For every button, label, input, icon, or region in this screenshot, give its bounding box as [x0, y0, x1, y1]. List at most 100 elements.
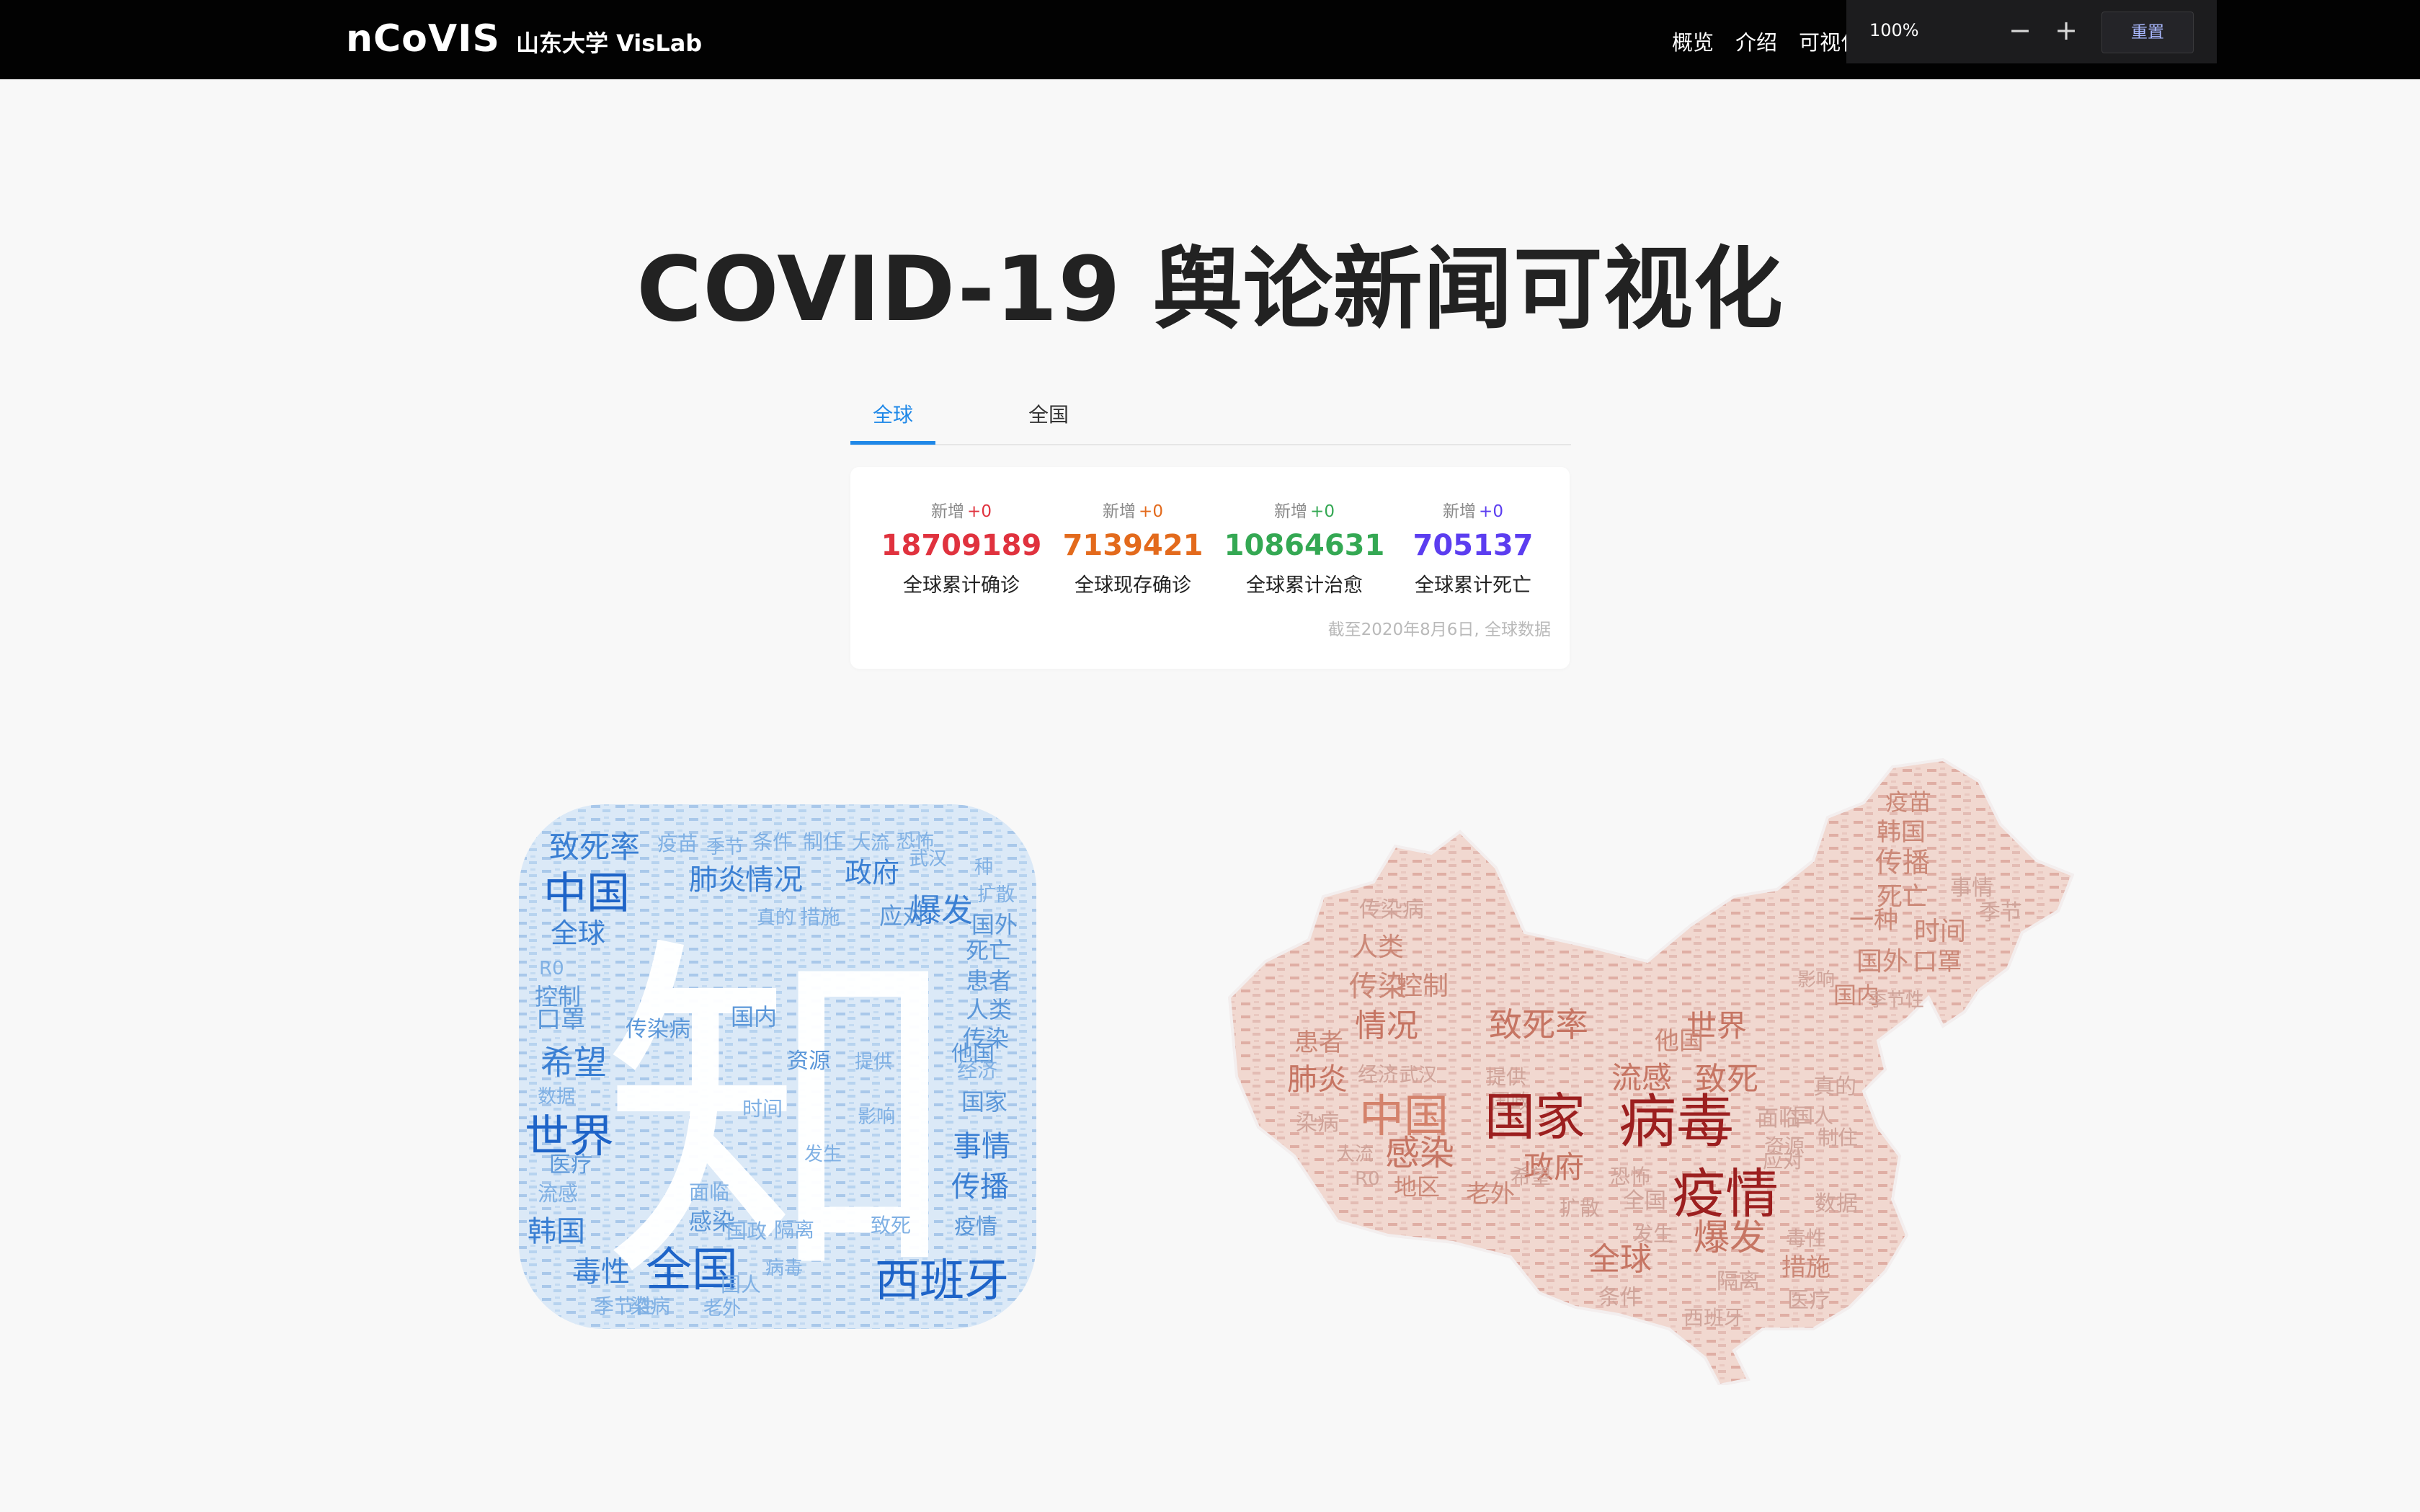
zoom-level: 100% [1869, 20, 1919, 40]
word-cloud-word: 事情 [953, 1130, 1010, 1163]
china-map-word-cloud[interactable]: 疫苗韩国传播死亡 事情季节时间一种国外 口罩传染病人类传染控制 影响国内季节性情况 致死… [1215, 752, 2074, 1385]
active-tab-indicator [850, 441, 935, 445]
top-nav-bar: nCoVIS 山东大学 VisLab 概览 介绍 可视化 100% − + 重置 [0, 0, 2420, 79]
word-cloud-word: 希望 [1511, 1165, 1551, 1188]
word-cloud-word: 病毒 [765, 1258, 803, 1279]
word-cloud-word: 传播 [1875, 847, 1930, 879]
stat-new-label: 新增 [931, 502, 965, 521]
zoom-reset-button[interactable]: 重置 [2101, 12, 2194, 53]
word-cloud-word: 季节 [706, 837, 744, 858]
zoom-in-button[interactable]: + [2050, 14, 2083, 48]
word-cloud-word: 致死 [871, 1214, 911, 1237]
word-cloud-word: 隔离 [1717, 1269, 1760, 1294]
stat-delta: +0 [967, 502, 992, 521]
stats-footnote: 截至2020年8月6日, 全球数据 [1327, 621, 1551, 639]
word-cloud-word: 老外 [703, 1298, 741, 1320]
word-cloud-word: 影响 [858, 1106, 895, 1128]
word-cloud-word: 他国 [1655, 1027, 1704, 1056]
stat-delta: +0 [1139, 502, 1163, 521]
stat-existing: 新增 +0 7139421 全球现存确诊 [1046, 497, 1219, 597]
word-cloud-word: 爆发 [1694, 1217, 1766, 1258]
word-cloud-word: 病毒 [1619, 1088, 1734, 1155]
word-cloud-word: 国外 [1856, 947, 1908, 977]
stat-value: 18709189 [881, 529, 1042, 562]
word-cloud-word: 韩国 [528, 1215, 585, 1248]
main-nav: 概览 介绍 可视化 [1672, 26, 1861, 56]
word-cloud-word: 国家 [961, 1088, 1007, 1116]
stat-deaths: 新增 +0 705137 全球累计死亡 [1387, 497, 1560, 597]
word-cloud-word: 毒性 [1786, 1227, 1826, 1250]
word-cloud-word: 西班牙 [1683, 1306, 1744, 1330]
word-cloud-word: 制住 [803, 830, 843, 854]
word-cloud-word: 季节 [1979, 900, 2022, 925]
word-cloud-word: 武汉 [1400, 1064, 1437, 1086]
brand-logo[interactable]: nCoVIS [346, 17, 500, 61]
word-cloud-word: 医疗 [549, 1152, 592, 1178]
word-cloud-word: 国外 [971, 911, 1018, 938]
word-cloud-word: 致死率 [1489, 1005, 1588, 1044]
word-cloud-word: 国政 [726, 1219, 767, 1243]
stat-confirmed: 新增 +0 18709189 全球累计确诊 [875, 497, 1048, 597]
word-cloud-word: 老外 [1466, 1180, 1515, 1209]
word-cloud-word: 情况 [1355, 1008, 1418, 1044]
word-cloud-word: 口罩 [536, 1005, 585, 1034]
word-cloud-word: 数据 [538, 1086, 575, 1108]
word-cloud-word: 希望 [541, 1043, 607, 1082]
word-cloud-word: 国人 [721, 1273, 761, 1297]
word-cloud-word: 资源 [787, 1049, 830, 1074]
word-cloud-word: 措施 [800, 905, 840, 929]
stat-value: 705137 [1413, 529, 1534, 562]
stat-new-label: 新增 [1103, 502, 1136, 521]
word-cloud-word: 韩国 [1877, 818, 1926, 847]
word-cloud-word: 提供 [855, 1051, 892, 1073]
word-cloud-word: 全国 [1623, 1188, 1666, 1214]
word-cloud-word: 经济 [957, 1058, 997, 1082]
stat-delta: +0 [1479, 502, 1503, 521]
word-cloud-word: 死亡 [966, 937, 1012, 964]
word-cloud-word: 季节性 [1868, 990, 1924, 1011]
stat-label: 全球累计死亡 [1415, 574, 1531, 597]
tab-global[interactable]: 全球 [850, 399, 935, 428]
word-cloud-word: 疫苗 [657, 832, 698, 855]
word-cloud-word: 口罩 [1913, 948, 1962, 977]
page-title: COVID-19 舆论新闻可视化 [636, 238, 1784, 342]
word-cloud-word: 人类 [966, 996, 1012, 1023]
word-cloud-word: 国家 [1485, 1088, 1585, 1147]
word-cloud-word: 肺炎 [689, 863, 747, 897]
brand-org: 山东大学 VisLab [515, 30, 703, 57]
tab-national[interactable]: 全国 [1006, 399, 1091, 428]
word-cloud-word: 大流 [1336, 1144, 1374, 1165]
word-cloud-word: 经济 [1358, 1062, 1398, 1086]
nav-item-intro[interactable]: 介绍 [1735, 26, 1777, 56]
word-cloud-word: 西班牙 [875, 1254, 1009, 1307]
zhihu-word-cloud[interactable]: 知 致死率 疫苗 季节 条件 制住 大流 恐怖中国 肺炎情况 政府 武汉 种扩散全球 真的 措施 应对爆发… [516, 801, 1039, 1332]
nav-item-overview[interactable]: 概览 [1672, 26, 1714, 56]
word-cloud-word: 患者 [1294, 1028, 1343, 1057]
brand[interactable]: nCoVIS 山东大学 VisLab [346, 17, 702, 61]
stat-new-label: 新增 [1274, 502, 1308, 521]
word-cloud-word: 真的 [757, 907, 794, 929]
word-cloud-word: 一种 [1849, 906, 1898, 935]
zoom-panel: 100% − + 重置 [1846, 0, 2217, 63]
word-cloud-word: 人类 [1352, 933, 1404, 962]
word-cloud-word: 传染病 [1359, 897, 1424, 922]
word-cloud-word: 致死率 [549, 830, 640, 865]
word-cloud-word: 发生 [804, 1144, 842, 1165]
stat-recovered: 新增 +0 10864631 全球累计治愈 [1218, 497, 1391, 597]
word-cloud-word: 染病 [630, 1294, 670, 1318]
word-cloud-word: 政府 [845, 857, 899, 889]
word-cloud-word: 数据 [1815, 1191, 1858, 1217]
word-cloud-word: 事情 [1950, 876, 1993, 901]
word-cloud-word: 扩散 [1560, 1196, 1600, 1220]
word-cloud-word: 控制 [1397, 971, 1449, 1001]
word-cloud-word: 扩散 [977, 884, 1015, 906]
word-cloud-word: 地区 [1394, 1173, 1440, 1201]
word-cloud-word: 全球 [1588, 1241, 1652, 1278]
word-cloud-word: R0 [539, 958, 564, 979]
stat-new-label: 新增 [1443, 502, 1477, 521]
word-cloud-word: 医疗 [1787, 1288, 1830, 1313]
word-cloud-word: 武汉 [909, 848, 947, 870]
word-cloud-word: 感染 [1385, 1133, 1454, 1173]
word-cloud-word: 大流 [852, 832, 889, 854]
zoom-out-button[interactable]: − [2003, 14, 2037, 48]
